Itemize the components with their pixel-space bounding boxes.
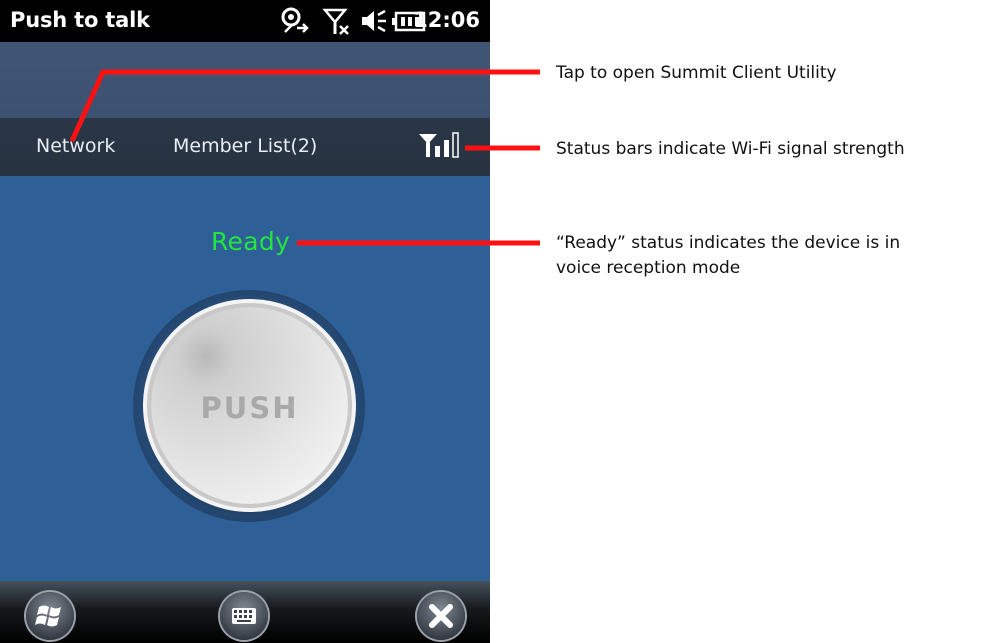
summit-annotation: Tap to open Summit Client Utility <box>556 63 837 83</box>
signal-annotation: Status bars indicate Wi-Fi signal streng… <box>556 139 905 159</box>
ready-annotation-line1: “Ready” status indicates the device is i… <box>556 233 901 253</box>
ready-annotation-line2: voice reception mode <box>556 258 741 278</box>
summit-callout-line <box>69 69 540 143</box>
callout-lines <box>69 69 540 246</box>
